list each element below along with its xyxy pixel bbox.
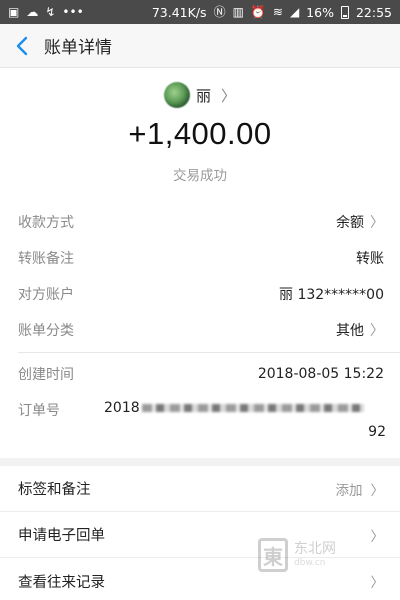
detail-row-counterparty: 对方账户 丽 132******00: [0, 276, 400, 312]
gallery-icon: ▣: [8, 5, 20, 19]
detail-value-text: 余额: [336, 215, 364, 231]
detail-value-text: 丽 132******00: [279, 287, 384, 303]
detail-value-text: 转账: [356, 251, 384, 267]
detail-value: 余额 〉: [336, 212, 384, 232]
list-item-right: 〉: [371, 571, 385, 591]
chat-icon: ☁: [26, 5, 39, 19]
order-number-redacted: [141, 404, 364, 412]
signal-icon: ◢: [289, 5, 300, 19]
detail-row-payment-method[interactable]: 收款方式 余额 〉: [0, 204, 400, 240]
status-bar: ▣ ☁ ↯ ••• 73.41K/s Ⓝ ▥ ⏰ ≋ ◢ 16% 22:55: [0, 0, 400, 24]
order-number-value: 2018 92: [104, 400, 386, 440]
created-time-label: 创建时间: [18, 367, 74, 383]
chevron-right-icon: 〉: [370, 575, 385, 591]
missed-call-icon: ↯: [45, 5, 56, 19]
list-item-label: 标签和备注: [18, 482, 91, 498]
network-speed: 73.41K/s: [151, 4, 207, 20]
order-number-prefix: 2018: [104, 400, 140, 416]
back-button[interactable]: [0, 24, 44, 68]
chevron-left-icon: [16, 36, 28, 55]
detail-label: 收款方式: [18, 215, 74, 231]
chevron-right-icon: 〉: [221, 86, 237, 105]
more-dots-icon: •••: [62, 5, 84, 19]
order-number-label: 订单号: [18, 403, 60, 419]
e-receipt-item[interactable]: 申请电子回单 〉: [0, 512, 400, 558]
detail-value: 其他 〉: [336, 320, 384, 340]
detail-label: 转账备注: [18, 251, 74, 267]
detail-value: 丽 132******00: [279, 284, 384, 304]
nav-bar: 账单详情: [0, 24, 400, 68]
alarm-icon: ⏰: [250, 5, 266, 19]
bill-card: 丽 〉 +1,400.00 交易成功 收款方式 余额 〉 转账备注 转账 对方账…: [0, 68, 400, 458]
avatar: [163, 82, 190, 108]
detail-row-transfer-note: 转账备注 转账: [0, 240, 400, 276]
payer-link[interactable]: 丽 〉: [0, 82, 400, 108]
wifi-icon: ≋: [272, 5, 283, 19]
watermark-logo-icon: 東: [258, 538, 288, 572]
chevron-right-icon: 〉: [370, 528, 385, 545]
action-list: 标签和备注 添加 〉 申请电子回单 〉 查看往来记录 〉: [0, 466, 400, 600]
detail-row-category[interactable]: 账单分类 其他 〉: [0, 312, 400, 348]
battery-icon: [340, 5, 349, 19]
detail-label: 账单分类: [18, 323, 74, 339]
status-left-icons: ▣ ☁ ↯ •••: [8, 6, 84, 18]
list-item-label: 申请电子回单: [18, 528, 105, 544]
add-link: 添加: [335, 482, 363, 499]
chevron-right-icon: 〉: [370, 323, 384, 339]
tags-and-notes-item[interactable]: 标签和备注 添加 〉: [0, 466, 400, 512]
vibrate-icon: ▥: [232, 5, 244, 19]
page-title: 账单详情: [44, 38, 112, 58]
detail-label: 对方账户: [18, 287, 74, 303]
history-records-item[interactable]: 查看往来记录 〉: [0, 558, 400, 600]
payer-name: 丽: [195, 86, 211, 105]
list-item-label: 查看往来记录: [18, 574, 105, 591]
detail-rows: 收款方式 余额 〉 转账备注 转账 对方账户 丽 132******00 账单分…: [0, 204, 400, 348]
status-right-icons: 73.41K/s Ⓝ ▥ ⏰ ≋ ◢ 16% 22:55: [152, 5, 392, 20]
detail-value: 转账: [356, 248, 384, 268]
clock: 22:55: [355, 4, 392, 20]
bill-status: 交易成功: [173, 168, 227, 184]
chevron-right-icon: 〉: [370, 482, 385, 499]
watermark-url: dbw.cn: [294, 557, 326, 568]
chevron-right-icon: 〉: [370, 215, 384, 231]
list-item-right: 添加 〉: [336, 479, 385, 499]
nfc-icon: Ⓝ: [213, 5, 226, 19]
watermark-text: 东北网: [294, 541, 336, 558]
bill-amount: +1,400.00: [128, 116, 272, 151]
order-number-suffix: 92: [368, 424, 386, 440]
list-item-right: 〉: [371, 525, 385, 545]
watermark: 東 东北网 dbw.cn: [258, 538, 336, 572]
divider: [18, 352, 400, 353]
battery-percent: 16%: [306, 4, 334, 20]
detail-value-text: 其他: [336, 323, 364, 339]
created-time-value: 2018-08-05 15:22: [257, 366, 384, 382]
created-time-row: 创建时间 2018-08-05 15:22: [0, 364, 400, 384]
